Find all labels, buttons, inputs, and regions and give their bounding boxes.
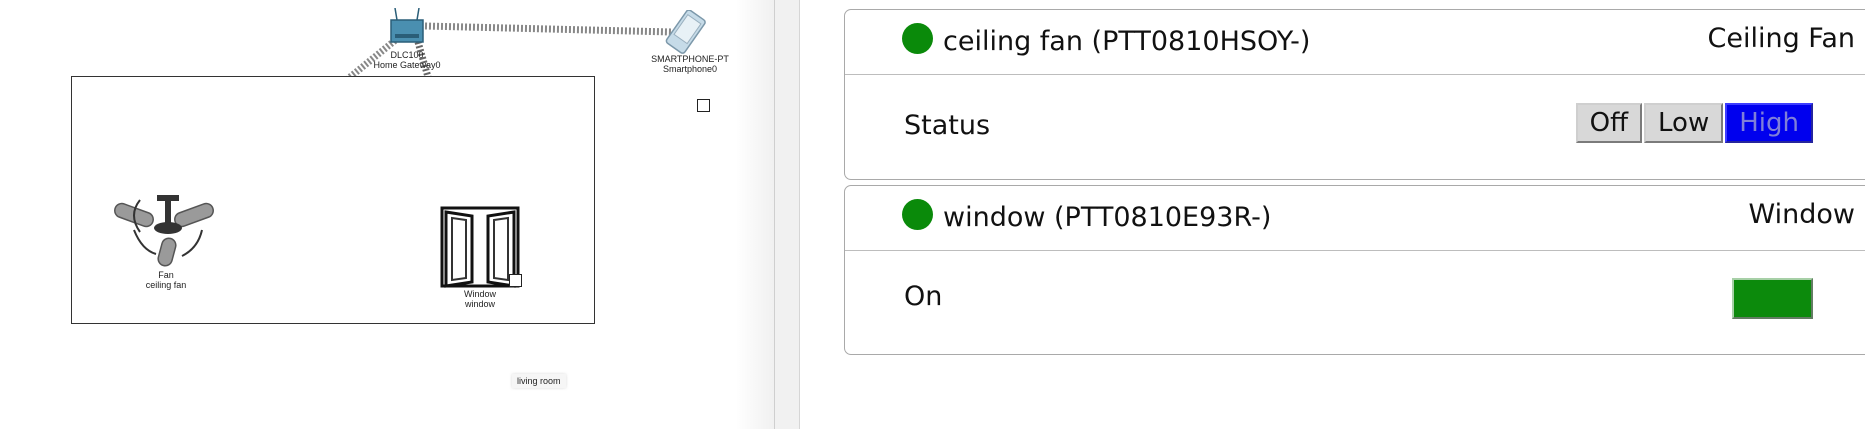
device-title: ceiling fan (PTT0810HSOY-) [943, 26, 1311, 57]
window-on-toggle[interactable] [1732, 278, 1813, 319]
fan-name-label: ceiling fan [145, 280, 187, 290]
fan-type-label: Fan [158, 270, 174, 280]
fan-label: Fan ceiling fan [130, 270, 202, 290]
home-gateway-icon[interactable] [387, 8, 427, 46]
phone-name-label: Smartphone0 [662, 64, 718, 74]
window-selection-handle[interactable] [509, 274, 522, 287]
gateway-name-label: Home Gateway0 [373, 60, 441, 70]
phone-model-label: SMARTPHONE-PT [651, 54, 729, 64]
device-card-header[interactable]: window (PTT0810E93R-) Window [845, 186, 1865, 251]
device-type: Window [1748, 199, 1855, 230]
gateway-model-label: DLC100 [390, 50, 424, 60]
device-list: ceiling fan (PTT0810HSOY-) Ceiling Fan S… [799, 0, 1865, 429]
fan-off-button[interactable]: Off [1575, 103, 1643, 143]
gateway-label: DLC100 Home Gateway0 [372, 50, 442, 70]
status-led-icon [902, 23, 933, 54]
iot-monitor-pane: ceiling fan (PTT0810HSOY-) Ceiling Fan S… [774, 0, 1865, 429]
status-label: Status [904, 110, 991, 141]
phone-selection-handle[interactable] [697, 99, 710, 112]
status-led-icon [902, 199, 933, 230]
on-label: On [904, 281, 943, 312]
fan-low-button[interactable]: Low [1644, 103, 1724, 143]
device-card-window: window (PTT0810E93R-) Window On [844, 185, 1865, 355]
room-name-label[interactable]: living room [512, 374, 566, 388]
device-card-ceiling-fan: ceiling fan (PTT0810HSOY-) Ceiling Fan S… [844, 9, 1865, 180]
window-label: Window window [444, 289, 516, 309]
pane-divider-shadow [735, 0, 775, 429]
smartphone-icon[interactable] [660, 10, 712, 56]
window-name-label: window [464, 299, 495, 309]
logical-workspace[interactable]: DLC100 Home Gateway0 SMARTPHONE-PT Smart… [0, 0, 774, 429]
ceiling-fan-icon[interactable] [110, 190, 220, 280]
phone-label: SMARTPHONE-PT Smartphone0 [650, 54, 730, 74]
window-type-label: Window [463, 289, 496, 299]
device-card-header[interactable]: ceiling fan (PTT0810HSOY-) Ceiling Fan [845, 10, 1865, 75]
fan-high-button[interactable]: High [1725, 103, 1813, 143]
device-title: window (PTT0810E93R-) [943, 202, 1272, 233]
device-type: Ceiling Fan [1707, 23, 1855, 54]
fan-speed-selector: Off Low High [1575, 103, 1813, 143]
